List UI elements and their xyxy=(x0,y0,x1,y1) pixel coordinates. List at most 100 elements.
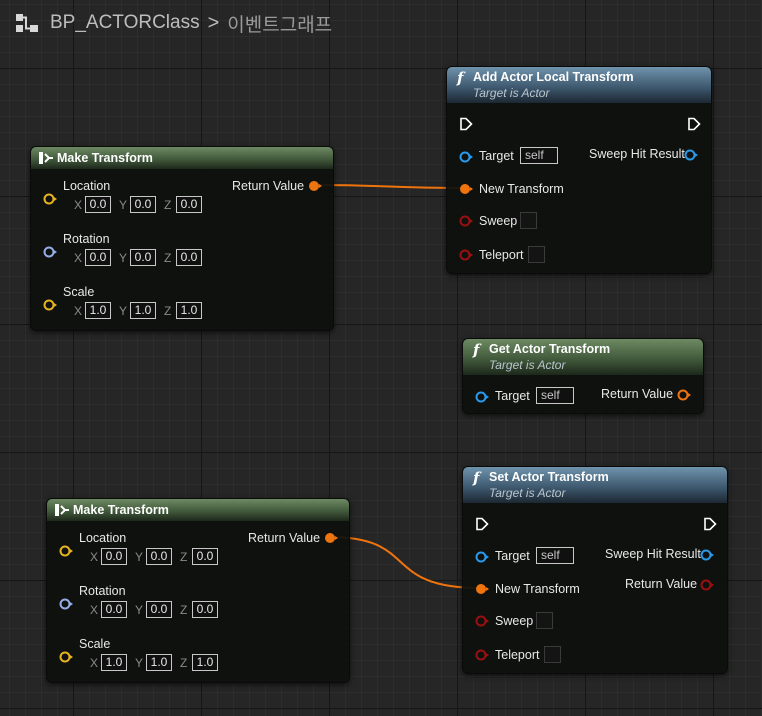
exec-in-pin-icon[interactable] xyxy=(459,117,473,131)
node-subtitle: Target is Actor xyxy=(473,86,550,100)
get-actor-transform-node[interactable]: f Get Actor Transform Target is Actor Ta… xyxy=(462,338,704,414)
target-pin-icon[interactable] xyxy=(475,391,489,403)
return-value-pin-icon[interactable] xyxy=(677,389,691,401)
scale-y-field[interactable]: 1.0 xyxy=(146,654,172,671)
make-transform-node-2[interactable]: Make Transform Location X 0.0 Y 0.0 Z 0.… xyxy=(46,498,350,683)
rotation-z-field[interactable]: 0.0 xyxy=(192,601,218,618)
teleport-checkbox[interactable] xyxy=(528,246,545,263)
teleport-pin-icon[interactable] xyxy=(459,249,473,261)
axis-y-label: Y xyxy=(119,198,128,212)
axis-x-label: X xyxy=(90,603,99,617)
teleport-checkbox[interactable] xyxy=(544,646,561,663)
rotation-label: Rotation xyxy=(63,232,110,246)
node-title: Add Actor Local Transform xyxy=(473,70,634,84)
target-label: Target xyxy=(495,549,530,563)
sweep-hit-result-label: Sweep Hit Result xyxy=(589,147,685,161)
scale-x-field[interactable]: 1.0 xyxy=(85,302,111,319)
exec-out-pin-icon[interactable] xyxy=(703,517,717,531)
return-value-pin-icon[interactable] xyxy=(324,532,338,544)
target-label: Target xyxy=(479,149,514,163)
wire-transform-to-add-local[interactable] xyxy=(312,184,466,189)
location-pin-icon[interactable] xyxy=(59,545,73,557)
location-label: Location xyxy=(63,179,111,193)
axis-x-label: X xyxy=(74,304,83,318)
target-self-field[interactable]: self xyxy=(536,387,574,404)
target-self-field[interactable]: self xyxy=(520,147,558,164)
sweep-hit-result-pin-icon[interactable] xyxy=(684,149,698,161)
axis-z-label: Z xyxy=(164,304,172,318)
sweep-hit-result-pin-icon[interactable] xyxy=(700,549,714,561)
axis-x-label: X xyxy=(90,550,99,564)
make-struct-icon xyxy=(39,152,53,164)
scale-pin-icon[interactable] xyxy=(59,651,73,663)
node-subtitle: Target is Actor xyxy=(489,358,566,372)
node-header[interactable]: f Set Actor Transform Target is Actor xyxy=(463,467,727,503)
rotation-y-field[interactable]: 0.0 xyxy=(130,249,156,266)
return-value-pin-icon[interactable] xyxy=(308,180,322,192)
location-z-field[interactable]: 0.0 xyxy=(192,548,218,565)
target-pin-icon[interactable] xyxy=(459,151,473,163)
axis-y-label: Y xyxy=(119,251,128,265)
target-label: Target xyxy=(495,389,530,403)
node-header[interactable]: Make Transform xyxy=(31,147,333,169)
location-pin-icon[interactable] xyxy=(43,193,57,205)
rotation-x-field[interactable]: 0.0 xyxy=(101,601,127,618)
exec-out-pin-icon[interactable] xyxy=(687,117,701,131)
sweep-label: Sweep xyxy=(495,614,534,628)
make-transform-node-1[interactable]: Make Transform Location X 0.0 Y 0.0 Z 0.… xyxy=(30,146,334,331)
new-transform-label: New Transform xyxy=(495,582,580,596)
new-transform-pin-icon[interactable] xyxy=(475,583,489,595)
axis-x-label: X xyxy=(74,198,83,212)
target-pin-icon[interactable] xyxy=(475,551,489,563)
scale-y-field[interactable]: 1.0 xyxy=(130,302,156,319)
function-icon: f xyxy=(473,341,480,359)
location-y-field[interactable]: 0.0 xyxy=(130,196,156,213)
axis-z-label: Z xyxy=(180,656,188,670)
make-struct-icon xyxy=(55,504,69,516)
set-actor-transform-node[interactable]: f Set Actor Transform Target is Actor Ta… xyxy=(462,466,728,674)
wire-transform-to-set-actor[interactable] xyxy=(328,536,482,589)
node-subtitle: Target is Actor xyxy=(489,486,566,500)
node-header[interactable]: Make Transform xyxy=(47,499,349,521)
sweep-pin-icon[interactable] xyxy=(459,215,473,227)
return-value-pin-icon[interactable] xyxy=(700,579,714,591)
sweep-checkbox[interactable] xyxy=(536,612,553,629)
location-label: Location xyxy=(79,531,127,545)
axis-x-label: X xyxy=(74,251,83,265)
rotation-label: Rotation xyxy=(79,584,126,598)
node-title: Get Actor Transform xyxy=(489,342,611,356)
new-transform-pin-icon[interactable] xyxy=(459,183,473,195)
node-title: Set Actor Transform xyxy=(489,470,609,484)
exec-in-pin-icon[interactable] xyxy=(475,517,489,531)
teleport-pin-icon[interactable] xyxy=(475,649,489,661)
sweep-checkbox[interactable] xyxy=(520,212,537,229)
scale-label: Scale xyxy=(63,285,95,299)
add-actor-local-transform-node[interactable]: f Add Actor Local Transform Target is Ac… xyxy=(446,66,712,274)
location-z-field[interactable]: 0.0 xyxy=(176,196,202,213)
rotation-pin-icon[interactable] xyxy=(59,598,73,610)
scale-z-field[interactable]: 1.0 xyxy=(176,302,202,319)
rotation-z-field[interactable]: 0.0 xyxy=(176,249,202,266)
rotation-x-field[interactable]: 0.0 xyxy=(85,249,111,266)
location-y-field[interactable]: 0.0 xyxy=(146,548,172,565)
axis-y-label: Y xyxy=(119,304,128,318)
node-header[interactable]: f Add Actor Local Transform Target is Ac… xyxy=(447,67,711,103)
node-title: Make Transform xyxy=(57,151,153,165)
target-self-field[interactable]: self xyxy=(536,547,574,564)
sweep-pin-icon[interactable] xyxy=(475,615,489,627)
location-x-field[interactable]: 0.0 xyxy=(101,548,127,565)
axis-y-label: Y xyxy=(135,550,144,564)
rotation-pin-icon[interactable] xyxy=(43,246,57,258)
scale-pin-icon[interactable] xyxy=(43,299,57,311)
rotation-y-field[interactable]: 0.0 xyxy=(146,601,172,618)
node-header[interactable]: f Get Actor Transform Target is Actor xyxy=(463,339,703,375)
return-value-label: Return Value xyxy=(625,577,698,591)
sweep-label: Sweep xyxy=(479,214,518,228)
axis-y-label: Y xyxy=(135,656,144,670)
location-x-field[interactable]: 0.0 xyxy=(85,196,111,213)
new-transform-label: New Transform xyxy=(479,182,564,196)
return-value-label: Return Value xyxy=(232,179,305,193)
axis-z-label: Z xyxy=(180,550,188,564)
scale-z-field[interactable]: 1.0 xyxy=(192,654,218,671)
scale-x-field[interactable]: 1.0 xyxy=(101,654,127,671)
